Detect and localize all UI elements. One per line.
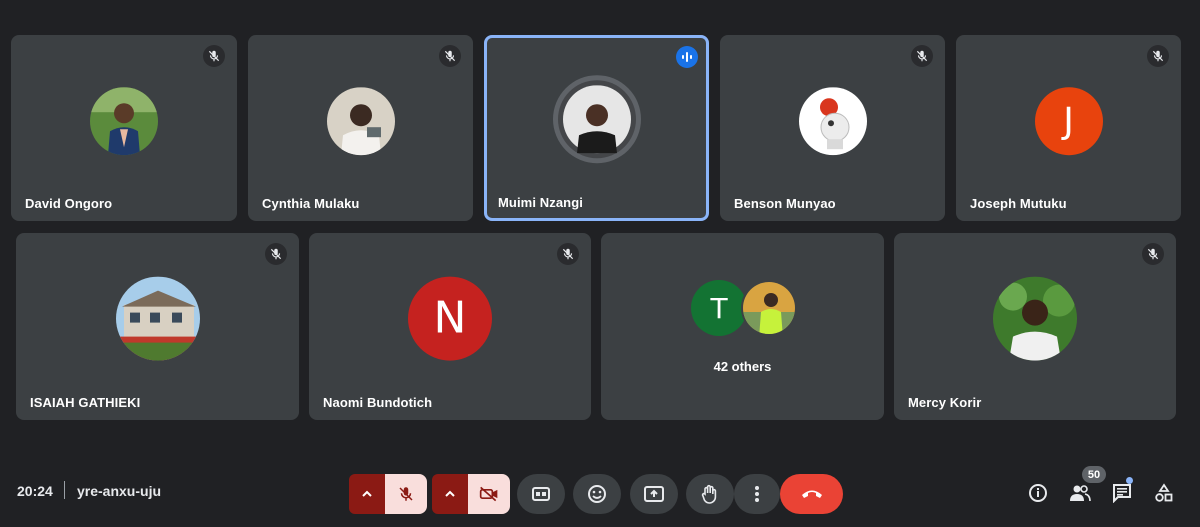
camera-control-group — [432, 474, 510, 514]
participant-tile-mercy[interactable]: Mercy Korir — [894, 233, 1176, 420]
activities-button[interactable] — [1150, 479, 1178, 507]
captions-icon — [532, 487, 550, 501]
toggle-mic-button[interactable] — [385, 474, 427, 514]
participant-tile-cynthia[interactable]: Cynthia Mulaku — [248, 35, 473, 221]
audio-settings-button[interactable] — [349, 474, 385, 514]
mic-control-group — [349, 474, 427, 514]
others-label: 42 others — [713, 359, 772, 374]
participant-name: Joseph Mutuku — [970, 196, 1067, 211]
video-settings-button[interactable] — [432, 474, 468, 514]
camera-off-icon — [479, 486, 498, 502]
meeting-details-button[interactable] — [1024, 479, 1052, 507]
avatar-photo — [798, 87, 867, 156]
meeting-code: yre-anxu-uju — [77, 483, 162, 499]
divider — [64, 481, 65, 499]
avatar-letter: J — [1034, 87, 1103, 156]
chevron-up-icon — [445, 490, 455, 497]
participant-tile-isaiah[interactable]: ISAIAH GATHIEKI — [16, 233, 299, 420]
avatar-photo — [993, 276, 1077, 361]
others-avatar-photo — [741, 280, 797, 336]
mic-off-icon — [911, 45, 933, 67]
participant-tile-naomi[interactable]: N Naomi Bundotich — [309, 233, 591, 420]
mic-off-icon — [265, 243, 287, 265]
mic-off-icon — [1147, 45, 1169, 67]
participant-name: Cynthia Mulaku — [262, 196, 360, 211]
toggle-camera-button[interactable] — [468, 474, 510, 514]
hang-up-icon — [801, 490, 822, 498]
others-tile[interactable]: T 42 others — [601, 233, 884, 420]
bottom-control-bar: 20:24 yre-anxu-uju 50 — [0, 466, 1200, 527]
more-vert-icon — [755, 486, 759, 502]
hand-icon — [701, 484, 717, 504]
raise-hand-button[interactable] — [686, 474, 734, 514]
avatar-speaking-ring — [552, 75, 641, 164]
participant-name: ISAIAH GATHIEKI — [30, 395, 141, 410]
others-avatar-letter: T — [691, 280, 747, 336]
reactions-button[interactable] — [573, 474, 621, 514]
avatar-letter: N — [408, 276, 492, 361]
info-icon — [1029, 484, 1047, 502]
mic-off-icon — [1142, 243, 1164, 265]
captions-button[interactable] — [517, 474, 565, 514]
more-options-button[interactable] — [734, 474, 780, 514]
chevron-up-icon — [362, 490, 372, 497]
mic-off-icon — [203, 45, 225, 67]
avatar-photo — [90, 87, 158, 156]
avatar-photo — [326, 87, 395, 156]
present-icon — [644, 486, 664, 502]
speaking-indicator-icon — [676, 46, 698, 68]
present-screen-button[interactable] — [630, 474, 678, 514]
participant-name: Benson Munyao — [734, 196, 836, 211]
participant-name: Naomi Bundotich — [323, 395, 433, 410]
mic-off-icon — [439, 45, 461, 67]
participant-tile-joseph[interactable]: J Joseph Mutuku — [956, 35, 1181, 221]
mic-off-icon — [399, 487, 413, 501]
mic-off-icon — [557, 243, 579, 265]
participant-tile-benson[interactable]: Benson Munyao — [720, 35, 945, 221]
people-icon — [1070, 485, 1091, 502]
emoji-icon — [588, 485, 606, 503]
participant-name: Muimi Nzangi — [498, 195, 583, 210]
participant-name: Mercy Korir — [908, 395, 982, 410]
participant-tile-david[interactable]: David Ongoro — [11, 35, 237, 221]
leave-call-button[interactable] — [780, 474, 843, 514]
people-button[interactable] — [1066, 479, 1094, 507]
chat-button[interactable] — [1108, 479, 1136, 507]
meeting-clock: 20:24 — [17, 483, 53, 499]
participant-name: David Ongoro — [25, 196, 113, 211]
participant-tile-muimi[interactable]: Muimi Nzangi — [484, 35, 709, 221]
avatar-photo — [115, 276, 200, 361]
activities-icon — [1155, 483, 1173, 502]
chat-icon — [1113, 484, 1131, 503]
